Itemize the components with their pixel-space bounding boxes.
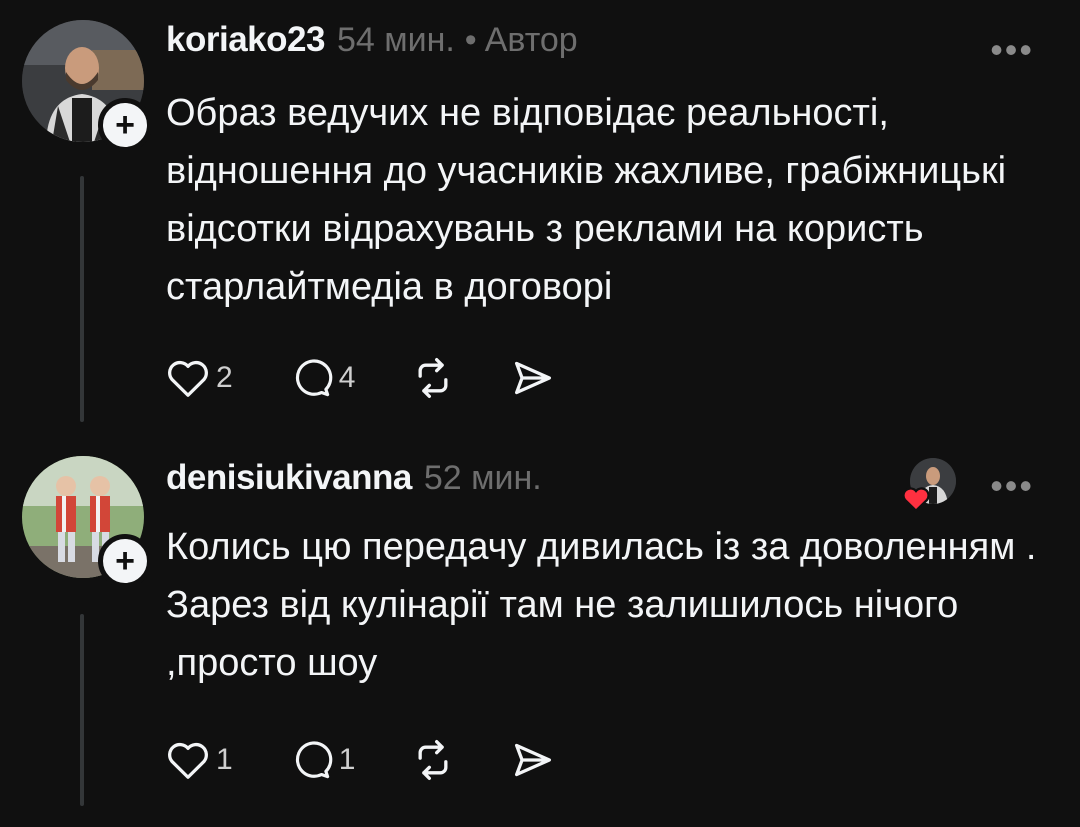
repost-icon (418, 740, 448, 780)
heart-icon (168, 742, 208, 779)
reply-count: 4 (338, 361, 356, 394)
author-liked-indicator (902, 458, 956, 512)
follow-plus-icon[interactable]: + (98, 98, 152, 152)
post-header: denisiukivanna 52 мин. (166, 458, 542, 506)
thread-line (80, 614, 84, 806)
timestamp: 54 мин. (336, 21, 455, 59)
username[interactable]: koriako23 (166, 20, 325, 60)
like-count: 2 (216, 361, 233, 394)
like-count: 1 (216, 743, 233, 776)
send-icon (515, 743, 552, 777)
username[interactable]: denisiukivanna (166, 458, 412, 498)
share-button[interactable] (511, 740, 555, 780)
repost-icon (418, 358, 448, 398)
post-actions: 1 1 (166, 738, 611, 782)
timestamp: 52 мин. (423, 459, 542, 497)
post-header: koriako23 54 мин. • Автор (166, 20, 578, 68)
avatar-denisiukivanna[interactable]: + (22, 456, 152, 588)
heart-icon (168, 360, 208, 397)
post-actions: 2 4 (166, 356, 611, 400)
avatar-koriako23[interactable]: + (22, 20, 152, 152)
author-badge: Автор (484, 21, 578, 59)
send-icon (515, 361, 552, 395)
more-options-icon[interactable]: ••• (990, 468, 1034, 504)
share-button[interactable] (511, 358, 555, 398)
follow-plus-icon[interactable]: + (98, 534, 152, 588)
thread-line (80, 176, 84, 422)
repost-button[interactable] (411, 356, 455, 400)
like-button[interactable]: 2 (166, 358, 233, 398)
post-text: Колись цю передачу дивилась із за доволе… (166, 526, 1037, 684)
comment-icon (295, 741, 332, 779)
post-text: Образ ведучих не відповідає реальності, … (166, 92, 1007, 308)
reply-button[interactable]: 1 (289, 739, 356, 781)
reply-count: 1 (338, 743, 356, 776)
repost-button[interactable] (411, 738, 455, 782)
separator-dot: • (464, 21, 477, 59)
more-options-icon[interactable]: ••• (990, 32, 1034, 68)
like-button[interactable]: 1 (166, 740, 233, 780)
reply-button[interactable]: 4 (289, 357, 356, 399)
comment-icon (295, 359, 332, 397)
heart-icon (902, 487, 930, 512)
